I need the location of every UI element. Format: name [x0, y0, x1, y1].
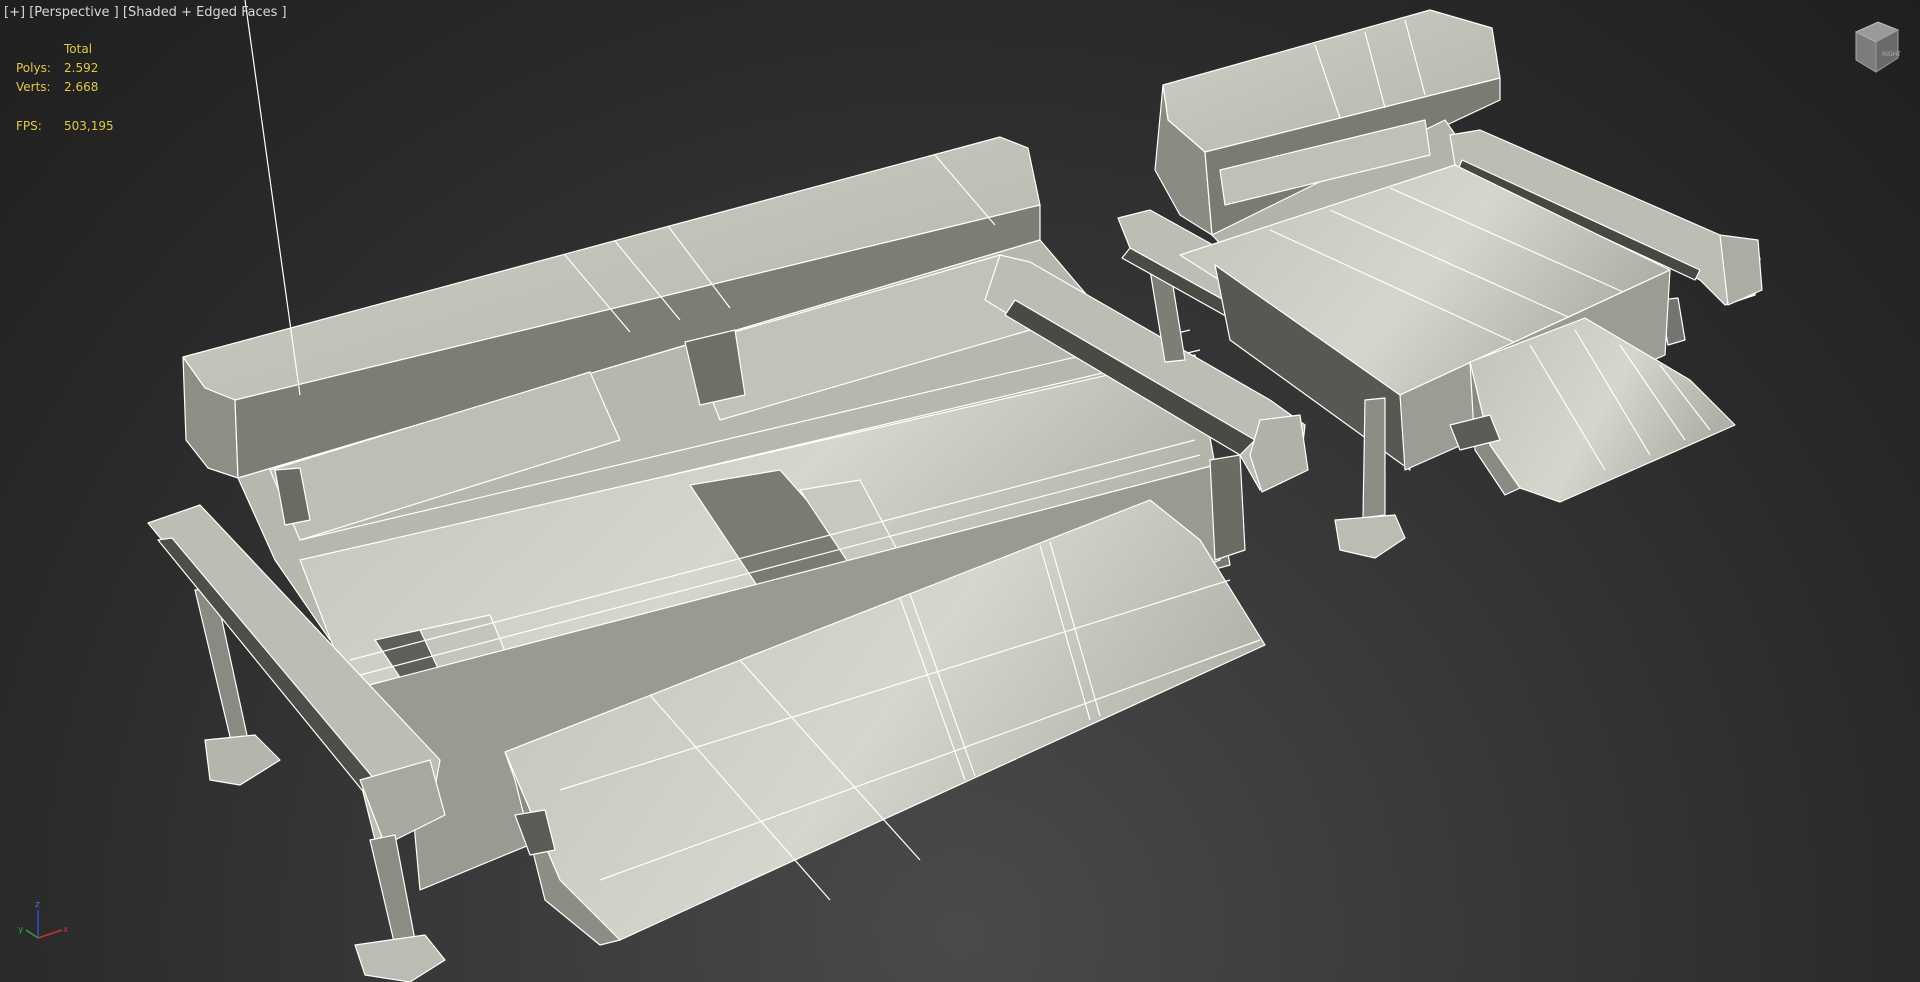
axis-z-label: z — [35, 900, 40, 910]
stats-verts-label: Verts: — [16, 80, 51, 94]
viewport-menu-view[interactable]: [Perspective ] — [29, 5, 119, 20]
stats-polys-value: 2.592 — [64, 61, 99, 75]
sofa-mesh[interactable] — [147, 0, 1309, 982]
stats-verts-value: 2.668 — [64, 80, 99, 94]
axis-x-label: x — [63, 925, 69, 935]
stats-fps-label: FPS: — [16, 119, 42, 133]
viewport-menu-shading[interactable]: [Shaded + Edged Faces ] — [123, 5, 287, 20]
stats-polys-label: Polys: — [16, 61, 51, 75]
stats-polys-row: Polys: 2.592 — [16, 59, 114, 78]
axis-y-label: y — [18, 925, 24, 935]
viewcube-icon[interactable]: RIGHT — [1848, 18, 1904, 76]
sofa-leg-front-left — [369, 834, 416, 947]
viewport-label: [+] [Perspective ] [Shaded + Edged Faces… — [4, 5, 287, 20]
viewport-menu-plus[interactable]: [+] — [4, 5, 25, 20]
statistics-overlay: Total Polys: 2.592 Verts: 2.668 FPS: 503… — [16, 40, 114, 136]
stats-header: Total — [64, 42, 93, 56]
stats-verts-row: Verts: 2.668 — [16, 78, 114, 97]
stats-fps-row: FPS: 503,195 — [16, 117, 114, 136]
perspective-viewport[interactable]: [+] [Perspective ] [Shaded + Edged Faces… — [0, 0, 1920, 982]
svg-text:RIGHT: RIGHT — [1882, 51, 1901, 58]
axis-tripod-icon: x z y — [18, 900, 69, 939]
scene-mesh[interactable] — [0, 0, 1920, 982]
stats-fps-value: 503,195 — [64, 119, 114, 133]
